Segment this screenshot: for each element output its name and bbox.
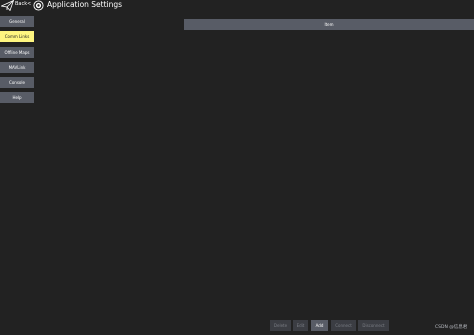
disconnect-button[interactable]: Disconnect (358, 320, 389, 331)
gear-icon (33, 0, 44, 11)
add-button[interactable]: Add (311, 320, 328, 331)
sidebar-item-comm-links[interactable]: Comm Links (0, 31, 34, 42)
links-list-header: Item (184, 19, 474, 30)
paper-plane-icon[interactable] (1, 0, 14, 11)
action-bar: Delete Edit Add Connect Disconnect (0, 320, 474, 331)
sidebar-item-general[interactable]: General (0, 16, 34, 27)
page-title: Application Settings (47, 0, 123, 9)
back-chevron-icon[interactable]: < (27, 1, 31, 8)
toolbar: Back < Application Settings (0, 0, 474, 12)
sidebar-item-mavlink[interactable]: MAVLink (0, 62, 34, 73)
sidebar-item-offline-maps[interactable]: Offline Maps (0, 47, 34, 58)
connect-button[interactable]: Connect (331, 320, 356, 331)
watermark-text: CSDN @信息君 (435, 325, 468, 330)
edit-button[interactable]: Edit (293, 320, 308, 331)
application-settings-window: Back < Application Settings General Comm… (0, 0, 474, 335)
sidebar-item-console[interactable]: Console (0, 77, 34, 88)
sidebar-item-help[interactable]: Help (0, 92, 34, 103)
delete-button[interactable]: Delete (270, 320, 291, 331)
back-button[interactable]: Back (15, 1, 27, 8)
